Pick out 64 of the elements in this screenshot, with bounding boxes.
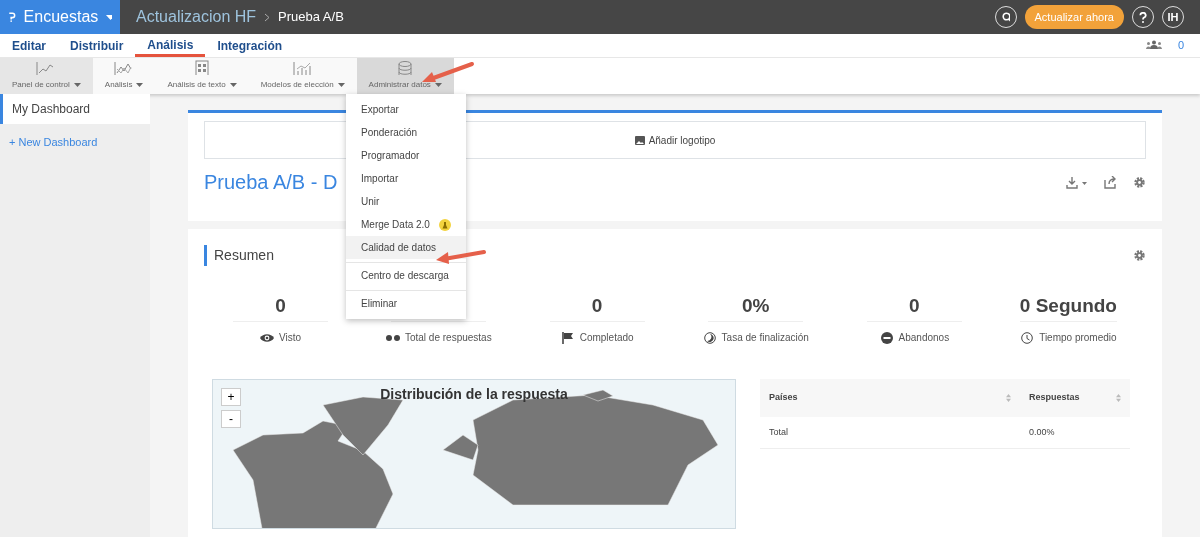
stat-value: 0: [549, 292, 645, 322]
column-header[interactable]: Países: [760, 379, 1020, 417]
table-cell: 0.00%: [1020, 416, 1130, 449]
menu-item[interactable]: Programador: [346, 144, 466, 167]
map-title: Distribución de la respuesta: [379, 385, 569, 404]
table-cell: Total: [760, 416, 1020, 449]
zoom-out-button[interactable]: -: [221, 410, 241, 428]
zoom-in-button[interactable]: +: [221, 388, 241, 406]
breadcrumb-current: Prueba A/B: [278, 8, 344, 27]
beta-badge-icon: [439, 218, 451, 231]
stat-label: Tiempo promedio: [1039, 331, 1117, 345]
stat-label: Completado: [579, 331, 634, 345]
download-icon[interactable]: [1066, 175, 1088, 189]
breadcrumb-link[interactable]: Actualizacion HF: [136, 5, 257, 29]
caret-icon: [136, 83, 144, 87]
stat-value: 0 Segundo: [1019, 292, 1117, 322]
toolbar-button[interactable]: Modelos de elección: [248, 58, 357, 94]
stat-value: 0%: [708, 292, 804, 322]
settings-icon[interactable]: [1133, 175, 1146, 189]
sidebar-item[interactable]: My Dashboard: [0, 94, 150, 124]
help-icon: [1139, 11, 1147, 23]
half-circle-icon: [702, 331, 717, 344]
share-icon[interactable]: [1104, 175, 1117, 189]
logo-icon: [8, 9, 16, 25]
stat-label: Total de respuestas: [404, 331, 492, 345]
menu-item[interactable]: Ponderación: [346, 121, 466, 144]
caret-icon: [337, 83, 345, 87]
chevron-icon: [264, 12, 271, 22]
minus-circle-icon: [879, 331, 894, 344]
column-header[interactable]: Respuestas: [1020, 379, 1130, 417]
caret-icon: [229, 83, 237, 87]
clock-icon: [1020, 331, 1035, 344]
section-title: Resumen: [204, 245, 274, 266]
toolbar-button[interactable]: Análisis: [92, 58, 156, 94]
flag-icon: [560, 331, 575, 344]
settings-icon[interactable]: [1133, 249, 1146, 262]
collaborator-count[interactable]: 0: [1177, 36, 1184, 53]
stat-label: Abandonos: [898, 331, 950, 345]
caret-icon[interactable]: [106, 14, 112, 20]
menu-item[interactable]: Calidad de datos: [346, 236, 466, 259]
toolbar-button[interactable]: Panel de control: [0, 58, 93, 94]
stat-value: 0: [866, 292, 962, 322]
menu-item[interactable]: Unir: [346, 190, 466, 213]
menu-item[interactable]: Exportar: [346, 98, 466, 121]
chart-icon: [291, 60, 314, 75]
nav-tab[interactable]: Integración: [205, 35, 295, 57]
toolbar-button[interactable]: Análisis de texto: [155, 58, 249, 94]
users-icon: [1145, 40, 1162, 50]
nav-tab[interactable]: Editar: [0, 35, 58, 57]
menu-item[interactable]: Merge Data 2.0: [346, 213, 466, 236]
annotation-arrow: [434, 248, 486, 266]
caret-icon: [73, 83, 81, 87]
toolbar-button[interactable]: Administrar datos: [356, 58, 454, 94]
stat-value: 0: [233, 292, 328, 322]
dashboard-title: Prueba A/B - D: [204, 170, 338, 195]
eye-icon: [259, 331, 274, 344]
caret-icon: [434, 83, 442, 87]
image-icon: [634, 135, 645, 145]
nav-tab[interactable]: Distribuir: [58, 35, 136, 57]
menu-item[interactable]: Importar: [346, 167, 466, 190]
add-logo-button[interactable]: Añadir logotipo: [633, 131, 717, 149]
stat-label: Visto: [278, 331, 301, 345]
stat-label: Tasa de finalización: [721, 331, 809, 345]
menu-item[interactable]: Eliminar: [346, 290, 466, 315]
